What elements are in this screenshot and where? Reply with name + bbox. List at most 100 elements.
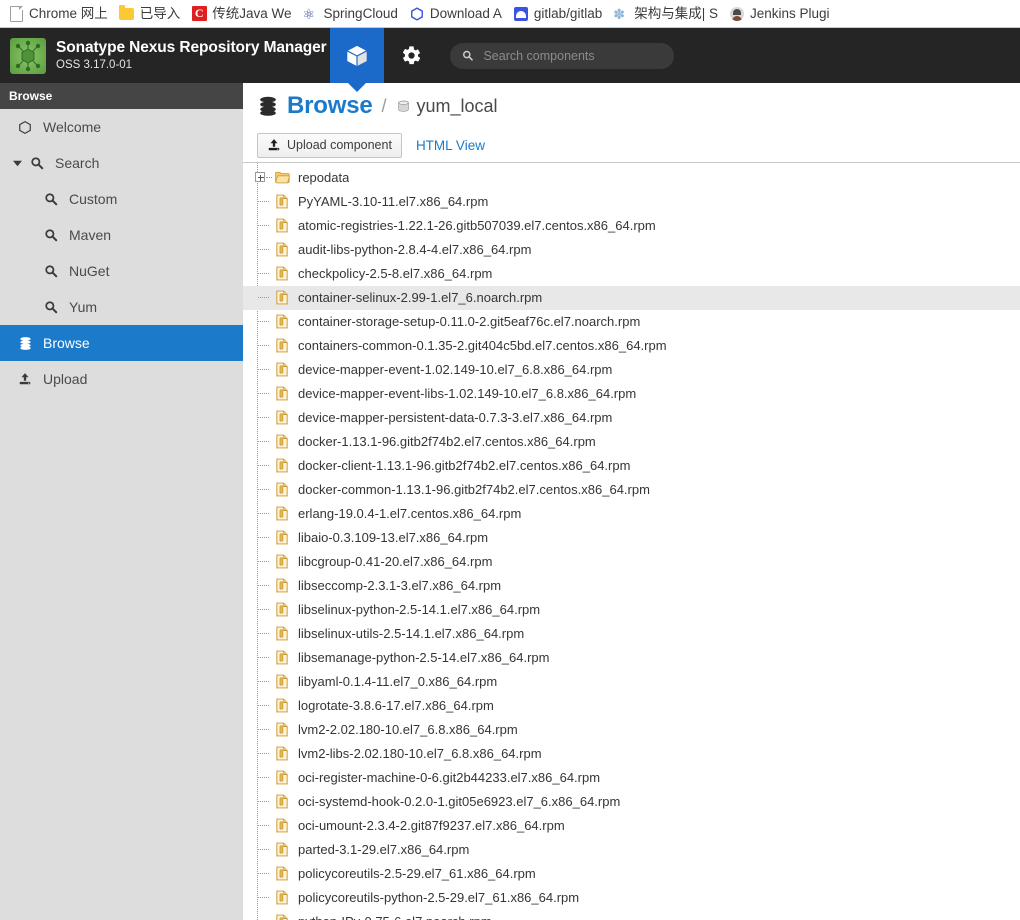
- tree-row[interactable]: libseccomp-2.3.1-3.el7.x86_64.rpm: [243, 574, 1020, 598]
- tree-row[interactable]: lvm2-libs-2.02.180-10.el7_6.8.x86_64.rpm: [243, 742, 1020, 766]
- tree-row[interactable]: policycoreutils-2.5-29.el7_61.x86_64.rpm: [243, 862, 1020, 886]
- body-split: Browse Welcome Search Custom Maven NuGet Yum B…: [0, 83, 1020, 920]
- sidebar-item-upload[interactable]: Upload: [0, 361, 243, 397]
- tree-row[interactable]: oci-umount-2.3.4-2.git87f9237.el7.x86_64…: [243, 814, 1020, 838]
- tree-row[interactable]: containers-common-0.1.35-2.git404c5bd.el…: [243, 334, 1020, 358]
- tree-row[interactable]: device-mapper-persistent-data-0.7.3-3.el…: [243, 406, 1020, 430]
- admin-settings-button[interactable]: [384, 28, 438, 83]
- bookmark-item[interactable]: Download A: [405, 3, 509, 25]
- tree-row-label: python-IPy-0.75-6.el7.noarch.rpm: [298, 914, 492, 920]
- tree-row[interactable]: device-mapper-event-libs-1.02.149-10.el7…: [243, 382, 1020, 406]
- tree-elbow: [255, 238, 273, 262]
- tree-elbow: [255, 646, 273, 670]
- tree-row[interactable]: policycoreutils-python-2.5-29.el7_61.x86…: [243, 886, 1020, 910]
- bookmark-item[interactable]: Chrome 网上: [4, 3, 115, 25]
- tree-row-label: container-storage-setup-0.11.0-2.git5eaf…: [298, 314, 641, 330]
- tree-row[interactable]: oci-register-machine-0-6.git2b44233.el7.…: [243, 766, 1020, 790]
- file-icon: [273, 914, 291, 920]
- search-icon: [40, 264, 62, 278]
- tree-elbow: [255, 502, 273, 526]
- tree-elbow: [255, 838, 273, 862]
- tree-row[interactable]: PyYAML-3.10-11.el7.x86_64.rpm: [243, 190, 1020, 214]
- tree-row-label: atomic-registries-1.22.1-26.gitb507039.e…: [298, 218, 656, 234]
- tree-row[interactable]: libselinux-python-2.5-14.1.el7.x86_64.rp…: [243, 598, 1020, 622]
- tree-row[interactable]: docker-1.13.1-96.gitb2f74b2.el7.centos.x…: [243, 430, 1020, 454]
- bookmark-item[interactable]: C 传统Java We: [187, 3, 298, 25]
- sidebar-item-maven[interactable]: Maven: [0, 217, 243, 253]
- tree-elbow: [255, 334, 273, 358]
- tree-row[interactable]: libyaml-0.1.4-11.el7_0.x86_64.rpm: [243, 670, 1020, 694]
- tree-row[interactable]: logrotate-3.8.6-17.el7.x86_64.rpm: [243, 694, 1020, 718]
- tree-row[interactable]: container-selinux-2.99-1.el7_6.noarch.rp…: [243, 285, 1020, 310]
- sidebar-item-label: NuGet: [69, 263, 110, 279]
- tree-elbow: [255, 382, 273, 406]
- tree-elbow: [255, 766, 273, 790]
- folder-icon: [273, 171, 291, 184]
- sidebar-item-yum[interactable]: Yum: [0, 289, 243, 325]
- tree-row[interactable]: libcgroup-0.41-20.el7.x86_64.rpm: [243, 550, 1020, 574]
- sidebar-item-welcome[interactable]: Welcome: [0, 109, 243, 145]
- tree-row-label: container-selinux-2.99-1.el7_6.noarch.rp…: [298, 290, 543, 306]
- file-icon: [273, 794, 291, 809]
- database-icon: [14, 336, 36, 351]
- bookmark-item[interactable]: ⚛ SpringCloud: [299, 3, 405, 25]
- tree-row[interactable]: python-IPy-0.75-6.el7.noarch.rpm: [243, 910, 1020, 920]
- tree-row[interactable]: oci-systemd-hook-0.2.0-1.git05e6923.el7_…: [243, 790, 1020, 814]
- upload-component-button[interactable]: Upload component: [257, 132, 402, 158]
- html-view-link[interactable]: HTML View: [416, 138, 485, 153]
- sidebar-item-browse[interactable]: Browse: [0, 325, 243, 361]
- tree-elbow: [255, 406, 273, 430]
- tree-row-label: policycoreutils-2.5-29.el7_61.x86_64.rpm: [298, 866, 536, 882]
- file-icon: [273, 578, 291, 593]
- tree-row[interactable]: parted-3.1-29.el7.x86_64.rpm: [243, 838, 1020, 862]
- tree-elbow: [255, 670, 273, 694]
- tree-row[interactable]: libselinux-utils-2.5-14.1.el7.x86_64.rpm: [243, 622, 1020, 646]
- repository-name: yum_local: [416, 95, 498, 116]
- search-components-box[interactable]: [450, 42, 674, 69]
- page-title[interactable]: Browse: [287, 92, 373, 120]
- bookmark-item[interactable]: ✽ 架构与集成| S: [609, 3, 725, 25]
- hexagon-icon: [14, 120, 36, 135]
- tree-row[interactable]: docker-client-1.13.1-96.gitb2f74b2.el7.c…: [243, 454, 1020, 478]
- bookmark-label: Jenkins Plugi: [749, 5, 830, 21]
- sidebar-item-nuget[interactable]: NuGet: [0, 253, 243, 289]
- tree-row[interactable]: checkpolicy-2.5-8.el7.x86_64.rpm: [243, 262, 1020, 286]
- tree-row[interactable]: atomic-registries-1.22.1-26.gitb507039.e…: [243, 214, 1020, 238]
- file-icon: [273, 818, 291, 833]
- tree-row[interactable]: erlang-19.0.4-1.el7.centos.x86_64.rpm: [243, 502, 1020, 526]
- upload-icon: [267, 138, 281, 152]
- file-icon: [273, 674, 291, 689]
- tree-elbow: [255, 718, 273, 742]
- tree-row[interactable]: repodata: [243, 166, 1020, 190]
- tree-row-label: libseccomp-2.3.1-3.el7.x86_64.rpm: [298, 578, 502, 594]
- tree-rows: repodata PyYAML-3.10-11.el7.x86_64.rpmato…: [243, 166, 1020, 920]
- tree-row[interactable]: docker-common-1.13.1-96.gitb2f74b2.el7.c…: [243, 478, 1020, 502]
- bookmark-label: 架构与集成| S: [634, 5, 718, 21]
- tree-row-label: parted-3.1-29.el7.x86_64.rpm: [298, 842, 470, 858]
- bookmark-item[interactable]: gitlab/gitlab: [509, 3, 609, 25]
- bookmark-item[interactable]: Jenkins Plugi: [725, 3, 837, 25]
- tree-elbow: [255, 430, 273, 454]
- tree-elbow: [255, 742, 273, 766]
- search-icon: [26, 156, 48, 170]
- bookmark-item[interactable]: 已导入: [115, 3, 188, 25]
- tree-row[interactable]: libsemanage-python-2.5-14.el7.x86_64.rpm: [243, 646, 1020, 670]
- tree-row[interactable]: audit-libs-python-2.8.4-4.el7.x86_64.rpm: [243, 238, 1020, 262]
- search-input[interactable]: [481, 47, 662, 64]
- search-icon: [40, 300, 62, 314]
- tree-row[interactable]: lvm2-2.02.180-10.el7_6.8.x86_64.rpm: [243, 718, 1020, 742]
- expand-toggle-icon[interactable]: [255, 171, 265, 182]
- browser-bookmark-bar: Chrome 网上 已导入 C 传统Java We ⚛ SpringCloud Downlo…: [0, 0, 1020, 28]
- browse-nav-button[interactable]: [330, 28, 384, 92]
- sidebar-item-custom[interactable]: Custom: [0, 181, 243, 217]
- chevron-down-icon[interactable]: [8, 159, 26, 168]
- nexus-logo-icon: [10, 37, 46, 74]
- tree-row[interactable]: device-mapper-event-1.02.149-10.el7_6.8.…: [243, 358, 1020, 382]
- tree-row[interactable]: container-storage-setup-0.11.0-2.git5eaf…: [243, 310, 1020, 334]
- tree-elbow: [255, 214, 273, 238]
- file-icon: [273, 482, 291, 497]
- gitlab-icon: [513, 6, 529, 22]
- file-icon: [273, 866, 291, 881]
- tree-row[interactable]: libaio-0.3.109-13.el7.x86_64.rpm: [243, 526, 1020, 550]
- sidebar-item-search[interactable]: Search: [0, 145, 243, 181]
